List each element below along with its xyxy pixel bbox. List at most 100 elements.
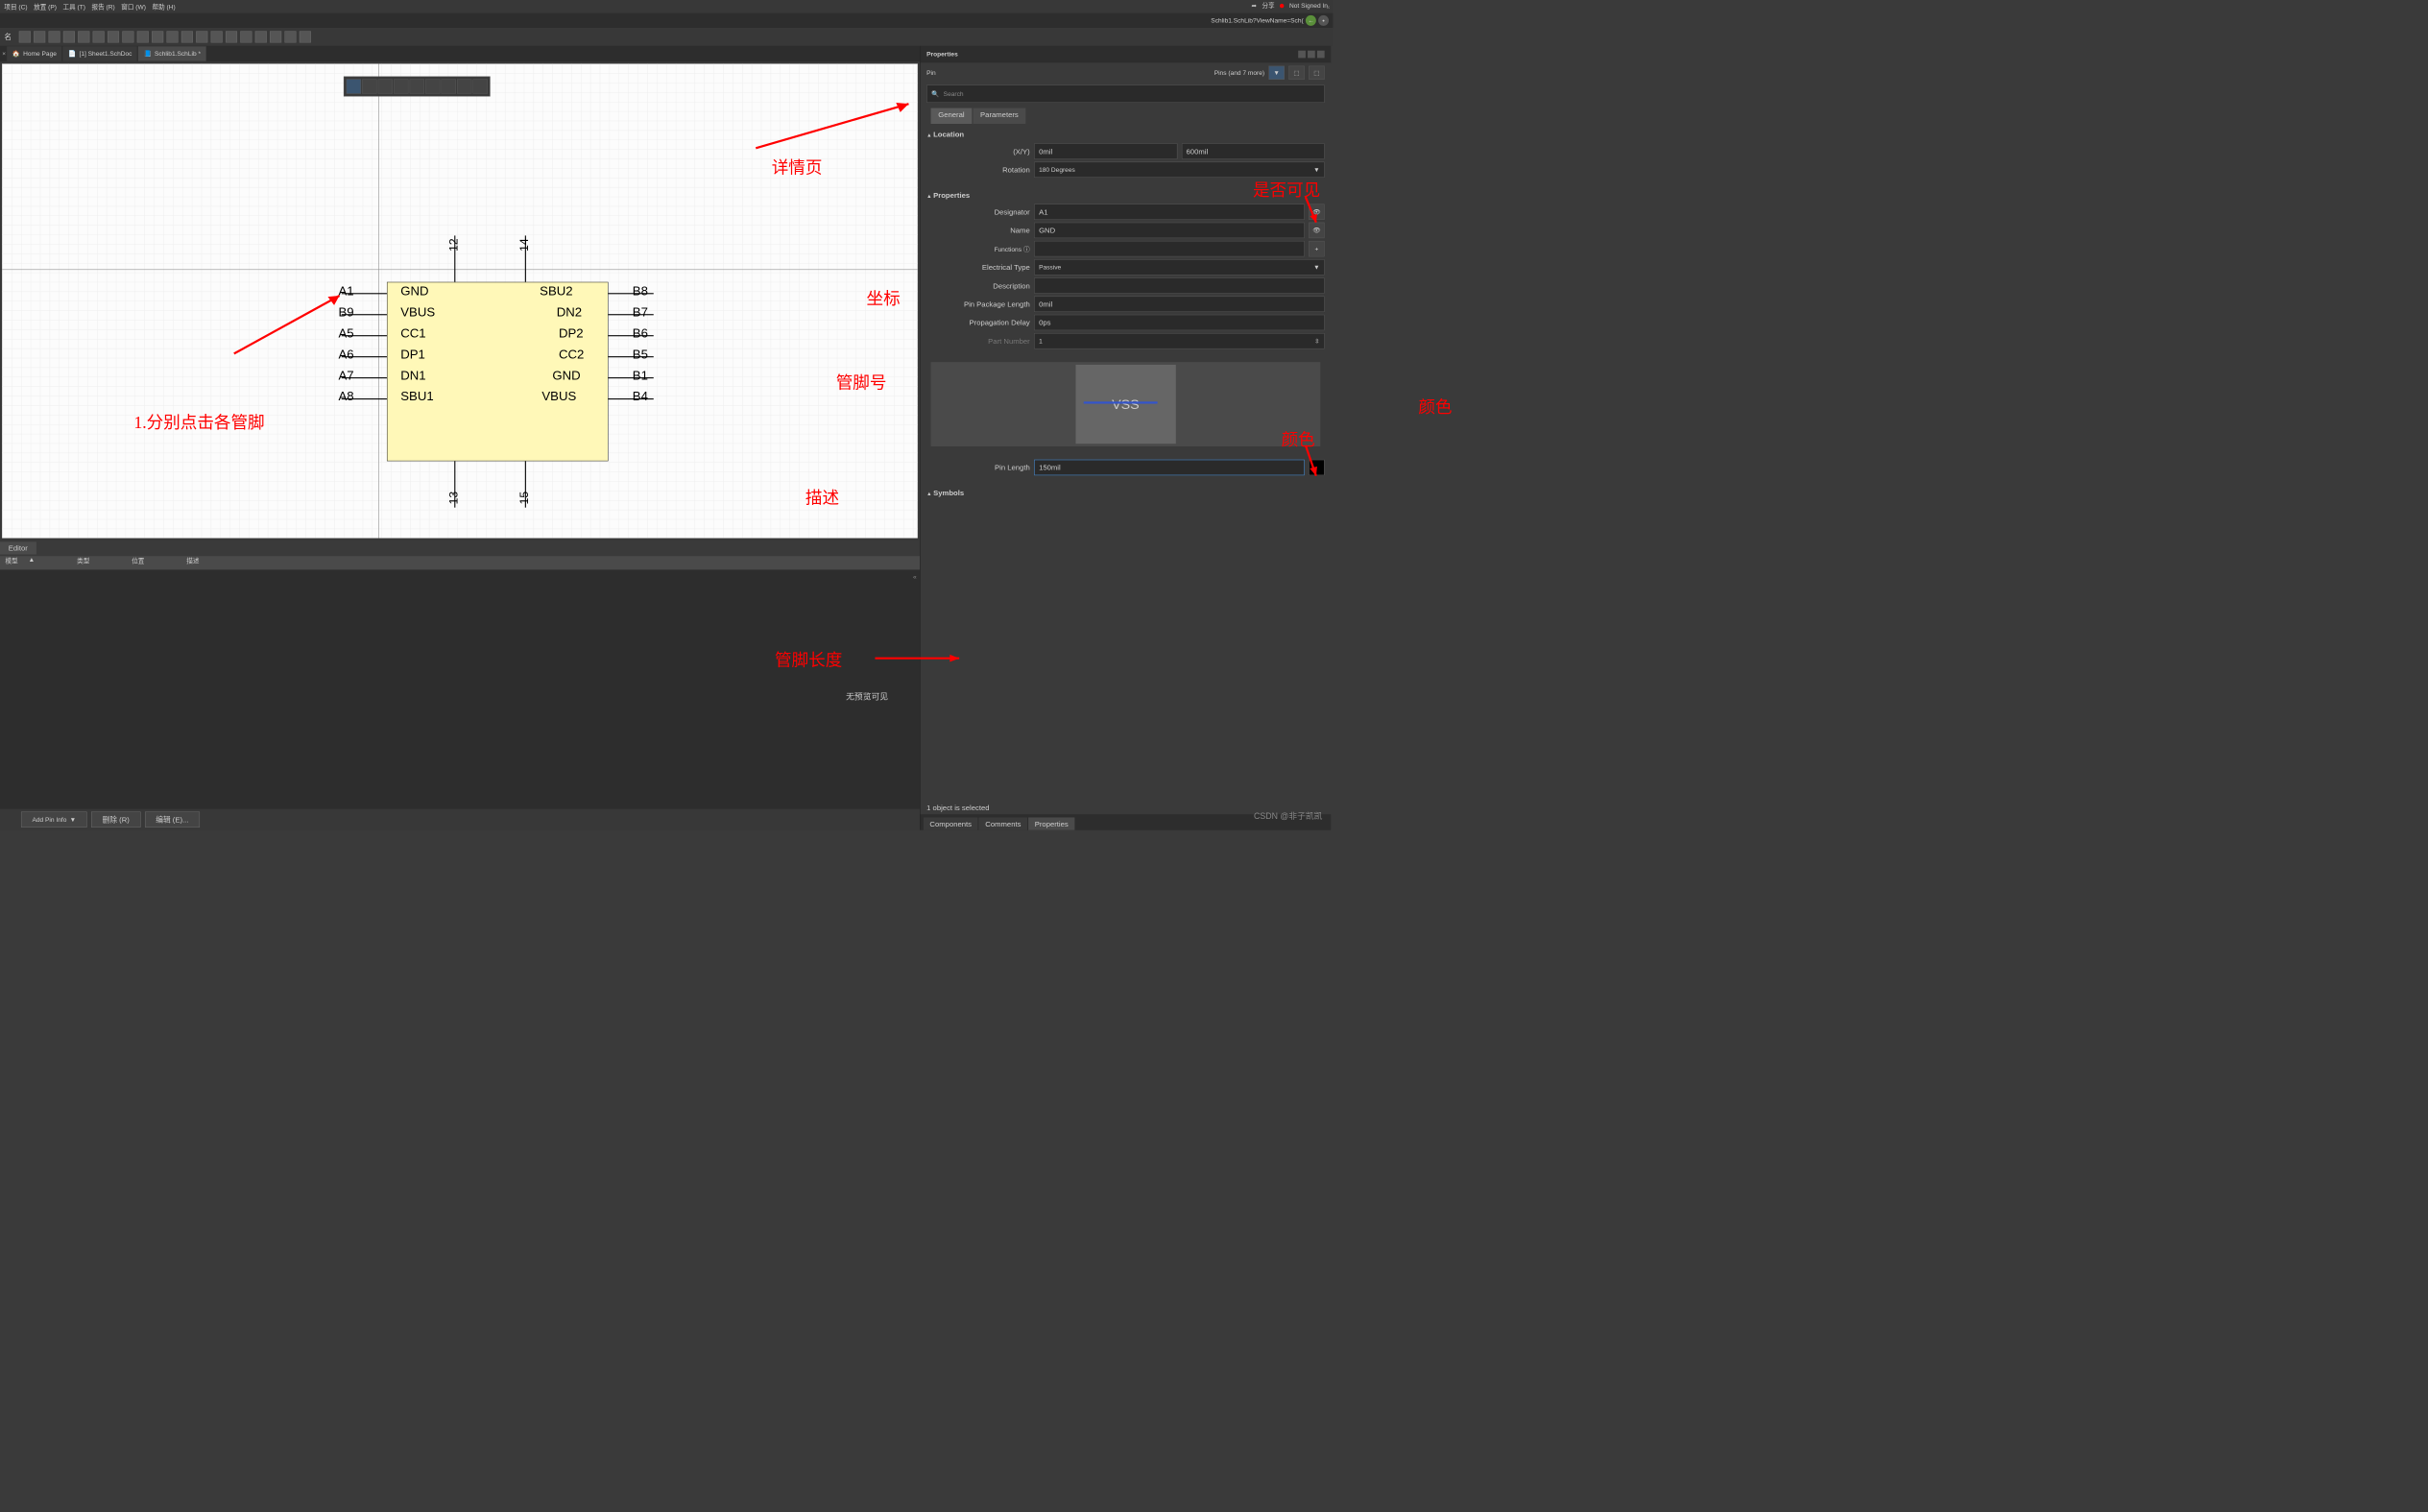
menu-item[interactable]: 工具 (T): [63, 2, 85, 11]
tab-comments[interactable]: Comments: [979, 817, 1027, 829]
input-pd[interactable]: 0ps: [1034, 315, 1324, 330]
schematic-canvas[interactable]: A1 B9 A5 A6 A7 A8 GND VBUS CC1 DP1 DN1 S…: [2, 63, 918, 538]
menu-item[interactable]: 帮助 (H): [152, 2, 175, 11]
input-name[interactable]: GND: [1034, 223, 1305, 238]
section-symbols[interactable]: Symbols: [926, 487, 1324, 499]
label-part-number: Part Number: [926, 337, 1030, 346]
tool-icon[interactable]: [181, 31, 193, 42]
search-icon: 🔍: [931, 90, 939, 98]
col-header[interactable]: 类型: [77, 556, 89, 569]
floating-toolbar[interactable]: [344, 77, 491, 97]
editor-header: Editor«: [0, 540, 920, 556]
filter-icon[interactable]: [347, 79, 361, 93]
snap-icon[interactable]: [410, 79, 424, 93]
select-icon[interactable]: [378, 79, 393, 93]
tab-components[interactable]: Components: [924, 817, 978, 829]
tool-icon[interactable]: [152, 31, 163, 42]
redo-icon[interactable]: [300, 31, 311, 42]
properties-panel: Properties Pin Pins (and 7 more) ▼ ⬚ ⬚ 🔍…: [920, 46, 1331, 830]
close-icon[interactable]: [1317, 51, 1325, 59]
edit-button[interactable]: 编辑 (E)...: [145, 811, 200, 827]
delete-button[interactable]: 删除 (R): [91, 811, 140, 827]
input-functions[interactable]: [1034, 241, 1305, 256]
signin-label[interactable]: Not Signed In: [1289, 2, 1328, 10]
select-icon[interactable]: ⬚: [1288, 66, 1304, 80]
collapse-icon[interactable]: «: [1326, 3, 1330, 11]
tool-icon[interactable]: [137, 31, 149, 42]
align-icon[interactable]: [394, 79, 408, 93]
label-electrical-type: Electrical Type: [926, 263, 1030, 272]
col-header[interactable]: 描述: [186, 556, 199, 569]
filter-icon[interactable]: ▼: [1268, 66, 1284, 80]
text-icon[interactable]: [457, 79, 471, 93]
menu-item[interactable]: 项目 (C): [4, 2, 27, 11]
add-icon[interactable]: +: [1309, 241, 1324, 256]
tool-icon[interactable]: [78, 31, 89, 42]
input-designator[interactable]: A1: [1034, 204, 1305, 219]
watermark: CSDN @非子凯凯: [1254, 809, 1322, 822]
tool-icon[interactable]: [255, 31, 267, 42]
tab-parameters[interactable]: Parameters: [973, 108, 1025, 124]
tool-icon[interactable]: [108, 31, 119, 42]
close-icon[interactable]: ×: [2, 50, 6, 58]
tool-icon[interactable]: [93, 31, 105, 42]
line-icon[interactable]: [442, 79, 456, 93]
tool-icon[interactable]: [211, 31, 223, 42]
tool-icon[interactable]: [34, 31, 45, 42]
tab-general[interactable]: General: [931, 108, 973, 124]
tab-schlib[interactable]: 📘Schlib1.SchLib *: [138, 46, 205, 60]
tab-home[interactable]: 🏠Home Page: [7, 46, 61, 60]
collapse-icon[interactable]: «: [913, 573, 917, 581]
tool-icon[interactable]: [166, 31, 178, 42]
editor-tab[interactable]: Editor: [0, 541, 36, 554]
select-electrical-type[interactable]: Passive▼: [1034, 259, 1324, 275]
pin-name: VBUS: [400, 305, 435, 320]
menu-item[interactable]: 放置 (P): [34, 2, 57, 11]
label-functions: Functions ⓘ: [926, 244, 1030, 252]
tool-icon[interactable]: [49, 31, 60, 42]
share-icon[interactable]: ➦: [1251, 2, 1257, 10]
input-x[interactable]: 0mil: [1034, 143, 1177, 158]
tab-schdoc[interactable]: 📄[1] Sheet1.SchDoc: [63, 46, 137, 60]
input-ppl[interactable]: 0mil: [1034, 297, 1324, 312]
move-icon[interactable]: [362, 79, 376, 93]
arrow-icon: [1300, 444, 1321, 480]
part-icon[interactable]: [472, 79, 487, 93]
back-icon[interactable]: ←: [1306, 15, 1316, 26]
tool-icon[interactable]: [240, 31, 252, 42]
undo-icon[interactable]: [284, 31, 296, 42]
breadcrumb-bar: Schlib1.SchLib?ViewName=Sch( ← •: [0, 13, 1333, 28]
chevron-down-icon: ▼: [1313, 264, 1320, 272]
input-description[interactable]: [1034, 277, 1324, 293]
tool-icon[interactable]: [226, 31, 237, 42]
search-input[interactable]: 🔍Search: [926, 84, 1324, 103]
forward-icon[interactable]: •: [1318, 15, 1329, 26]
tool-icon[interactable]: [196, 31, 207, 42]
tool-icon[interactable]: [63, 31, 75, 42]
lib-icon: 📘: [144, 50, 152, 58]
pin-icon[interactable]: [1298, 51, 1306, 59]
dock-icon[interactable]: [1308, 51, 1315, 59]
tool-icon[interactable]: [19, 31, 31, 42]
home-icon: 🏠: [12, 50, 20, 58]
label-rotation: Rotation: [926, 165, 1030, 174]
col-header[interactable]: 位置: [132, 556, 144, 569]
tab-properties[interactable]: Properties: [1028, 817, 1074, 829]
pin-name: DP1: [400, 348, 425, 362]
menu-item[interactable]: 报告 (R): [92, 2, 115, 11]
section-location[interactable]: Location: [926, 128, 1324, 140]
highlight-icon[interactable]: ⬚: [1309, 66, 1324, 80]
input-y[interactable]: 600mil: [1182, 143, 1325, 158]
col-header[interactable]: 模型: [5, 556, 17, 569]
tool-icon[interactable]: [270, 31, 281, 42]
mirror-icon[interactable]: [425, 79, 440, 93]
info-icon[interactable]: ⓘ: [1023, 246, 1030, 253]
add-pin-button[interactable]: Add Pin Info▼: [21, 811, 87, 827]
tool-icon[interactable]: [122, 31, 133, 42]
tab-label: Home Page: [23, 50, 57, 58]
menu-bar: 项目 (C) 放置 (P) 工具 (T) 报告 (R) 窗口 (W) 帮助 (H…: [0, 0, 1333, 13]
select-rotation[interactable]: 180 Degrees▼: [1034, 162, 1324, 178]
menu-item[interactable]: 窗口 (W): [121, 2, 146, 11]
input-pin-length[interactable]: 150mil: [1034, 460, 1305, 475]
share-label[interactable]: 分享: [1262, 1, 1274, 10]
